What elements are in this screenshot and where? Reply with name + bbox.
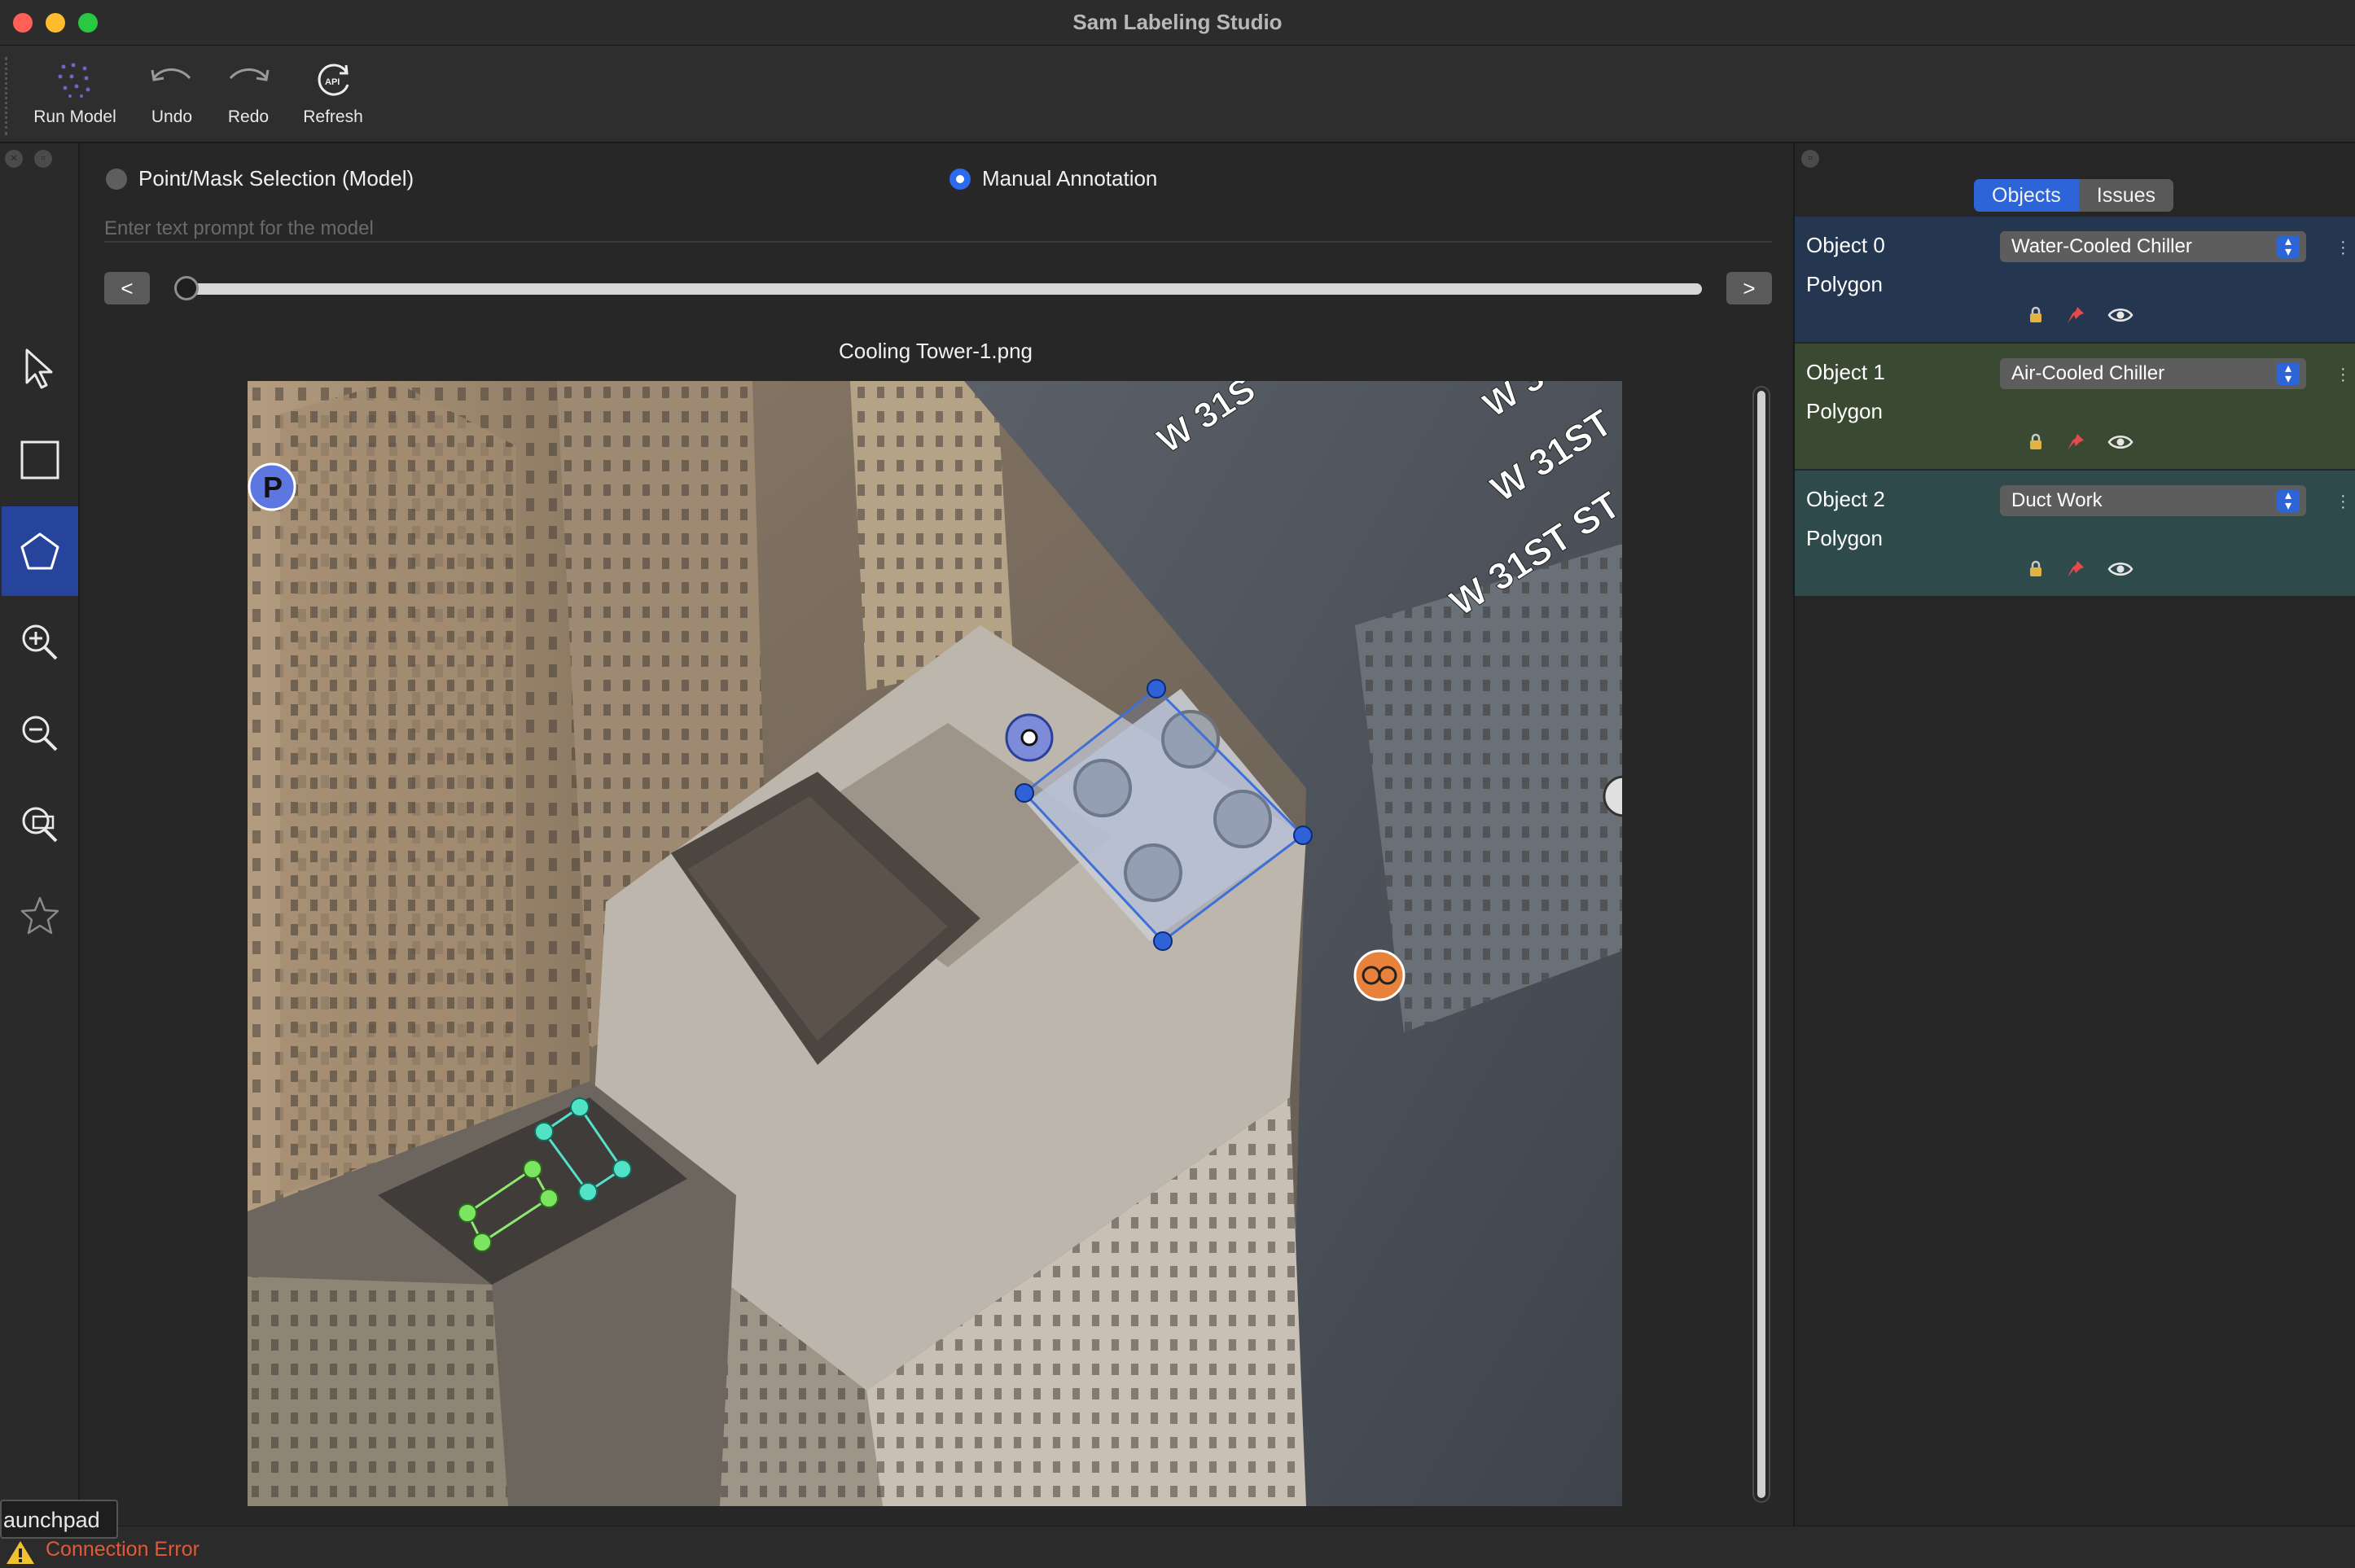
pretzel-poi-marker[interactable] bbox=[1353, 949, 1406, 1001]
canvas-pane: Point/Mask Selection (Model) Manual Anno… bbox=[81, 143, 1790, 1527]
object-name: Object 0 bbox=[1806, 233, 1885, 257]
lock-icon[interactable] bbox=[2028, 306, 2044, 324]
image-slider-thumb[interactable] bbox=[174, 276, 199, 300]
run-model-button[interactable]: Run Model bbox=[28, 60, 122, 135]
close-pane-icon[interactable]: × bbox=[5, 150, 23, 168]
pin-icon[interactable] bbox=[2065, 431, 2086, 453]
undo-button[interactable]: Undo bbox=[143, 60, 200, 135]
title-bar: Sam Labeling Studio bbox=[0, 0, 2355, 46]
warning-icon bbox=[7, 1541, 34, 1564]
eye-icon[interactable] bbox=[2107, 433, 2134, 451]
lock-icon[interactable] bbox=[2028, 433, 2044, 451]
more-options-icon[interactable]: · · · bbox=[2340, 488, 2346, 515]
text-prompt-input[interactable] bbox=[104, 213, 1772, 243]
refresh-label: Refresh bbox=[303, 107, 363, 126]
manual-annotation-label: Manual Annotation bbox=[982, 166, 1158, 191]
run-model-icon bbox=[58, 63, 90, 98]
zoom-fit-icon bbox=[22, 807, 58, 843]
manual-annotation-radio[interactable]: Manual Annotation bbox=[949, 166, 1157, 191]
object-row-actions bbox=[2028, 304, 2134, 326]
object-class-select[interactable]: Air-Cooled Chiller ▴ ▾ bbox=[2000, 358, 2306, 389]
tab-objects[interactable]: Objects bbox=[1974, 179, 2079, 212]
zoom-in-tool-button[interactable] bbox=[2, 598, 78, 687]
svg-text:API: API bbox=[325, 77, 340, 87]
object-row-actions bbox=[2028, 431, 2134, 453]
pin-icon[interactable] bbox=[2065, 304, 2086, 326]
redo-icon bbox=[229, 68, 270, 81]
eye-icon[interactable] bbox=[2107, 306, 2134, 324]
eye-icon[interactable] bbox=[2107, 560, 2134, 578]
chevron-updown-icon: ▴ ▾ bbox=[2277, 489, 2300, 513]
object-row-actions bbox=[2028, 558, 2134, 580]
scrollbar-thumb[interactable] bbox=[1757, 391, 1765, 1498]
refresh-api-icon: API bbox=[318, 64, 349, 96]
redo-label: Redo bbox=[227, 107, 270, 126]
image-slider-track[interactable] bbox=[184, 283, 1702, 295]
object-class-select[interactable]: Water-Cooled Chiller ▴ ▾ bbox=[2000, 231, 2306, 262]
object-kind: Polygon bbox=[1806, 272, 1883, 296]
object-kind: Polygon bbox=[1806, 399, 1883, 423]
object-name: Object 2 bbox=[1806, 487, 1885, 511]
zoom-in-icon bbox=[22, 624, 58, 660]
object-row-1[interactable]: Object 1 Polygon Air-Cooled Chiller ▴ ▾ ·… bbox=[1795, 344, 2355, 469]
tab-issues[interactable]: Issues bbox=[2079, 179, 2173, 212]
next-image-button[interactable]: > bbox=[1726, 272, 1772, 304]
chevron-updown-icon: ▴ ▾ bbox=[2277, 362, 2300, 386]
object-class-value: Duct Work bbox=[2011, 489, 2103, 511]
zoom-out-icon bbox=[22, 716, 58, 751]
object-class-select[interactable]: Duct Work ▴ ▾ bbox=[2000, 485, 2306, 516]
favorite-tool-button[interactable] bbox=[2, 871, 78, 961]
previous-image-button[interactable]: < bbox=[104, 272, 150, 304]
polygon-tool-button[interactable] bbox=[2, 506, 78, 596]
objects-panel: ▫ Objects Issues Object 0 Polygon Water-… bbox=[1793, 143, 2355, 1527]
radio-indicator bbox=[106, 168, 127, 190]
app-window: Sam Labeling Studio Run Model Undo Redo … bbox=[0, 0, 2355, 1568]
main-toolbar: Run Model Undo Redo API Refresh bbox=[0, 46, 2355, 143]
canvas-vertical-scrollbar[interactable] bbox=[1752, 386, 1770, 1503]
rectangle-tool-button[interactable] bbox=[2, 415, 78, 505]
object-name: Object 1 bbox=[1806, 360, 1885, 384]
lock-icon[interactable] bbox=[2028, 560, 2044, 578]
status-bar: Connection Error bbox=[0, 1526, 2355, 1568]
object-row-0[interactable]: Object 0 Polygon Water-Cooled Chiller ▴ ▾… bbox=[1795, 217, 2355, 342]
tool-sidebar: × ▫ bbox=[0, 143, 80, 1527]
pointer-tool-button[interactable] bbox=[2, 324, 78, 414]
chevron-updown-icon: ▴ ▾ bbox=[2277, 235, 2300, 259]
toolbar-grip[interactable] bbox=[5, 57, 8, 135]
object-class-value: Water-Cooled Chiller bbox=[2011, 235, 2192, 257]
undo-icon bbox=[151, 68, 191, 81]
star-icon bbox=[20, 896, 59, 935]
object-row-2[interactable]: Object 2 Polygon Duct Work ▴ ▾ · · · bbox=[1795, 471, 2355, 596]
radio-indicator-selected bbox=[949, 168, 971, 190]
run-model-label: Run Model bbox=[33, 107, 116, 126]
window-title: Sam Labeling Studio bbox=[1072, 10, 1283, 34]
point-mask-label: Point/Mask Selection (Model) bbox=[138, 166, 414, 191]
zoom-out-tool-button[interactable] bbox=[2, 689, 78, 778]
redo-button[interactable]: Redo bbox=[220, 60, 277, 135]
pin-icon[interactable] bbox=[2065, 558, 2086, 580]
panel-tabs: Objects Issues bbox=[1974, 179, 2174, 212]
parking-marker-label: P bbox=[263, 471, 283, 504]
undo-label: Undo bbox=[151, 107, 193, 126]
polygon-icon bbox=[20, 532, 59, 570]
status-message: Connection Error bbox=[46, 1538, 200, 1561]
image-filename: Cooling Tower-1.png bbox=[839, 339, 1033, 363]
aerial-building-image: W 31S W 3 W 31ST W 31ST ST P bbox=[248, 381, 1622, 1506]
rectangle-icon bbox=[20, 440, 59, 480]
more-options-icon[interactable]: · · · bbox=[2340, 361, 2346, 388]
launchpad-tooltip: aunchpad bbox=[0, 1500, 118, 1539]
parking-marker[interactable]: P bbox=[248, 462, 296, 511]
pointer-icon bbox=[25, 348, 53, 389]
image-canvas[interactable]: W 31S W 3 W 31ST W 31ST ST P bbox=[248, 381, 1622, 1506]
refresh-button[interactable]: API Refresh bbox=[298, 60, 368, 135]
point-mask-radio[interactable]: Point/Mask Selection (Model) bbox=[106, 166, 414, 191]
more-options-icon[interactable]: · · · bbox=[2340, 234, 2346, 261]
object-class-value: Air-Cooled Chiller bbox=[2011, 362, 2165, 384]
fit-zoom-tool-button[interactable] bbox=[2, 780, 78, 869]
float-pane-icon[interactable]: ▫ bbox=[34, 150, 52, 168]
float-panel-icon[interactable]: ▫ bbox=[1801, 150, 1819, 168]
object-kind: Polygon bbox=[1806, 526, 1883, 550]
